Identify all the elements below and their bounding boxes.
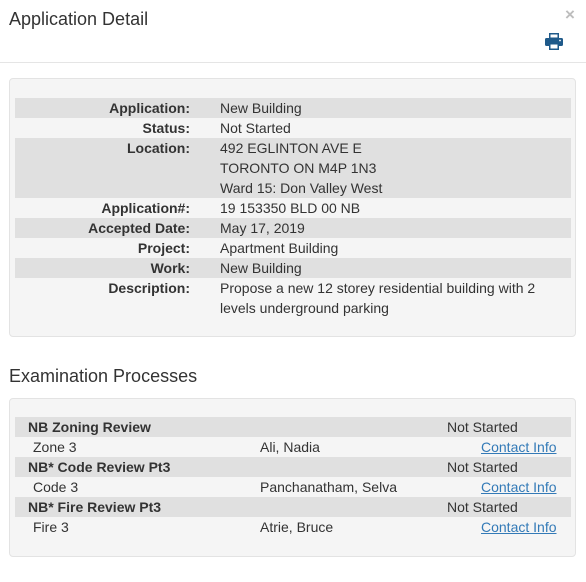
detail-label: Work:	[150, 260, 190, 276]
detail-label: Accepted Date:	[88, 220, 190, 236]
detail-value: 19 153350 BLD 00 NB	[220, 200, 361, 216]
contact-info-link[interactable]: Contact Info	[481, 437, 557, 457]
process-detail-row: Zone 3 Ali, Nadia Contact Info	[15, 437, 571, 457]
process-row: NB* Fire Review Pt3 Not Started	[15, 497, 571, 517]
modal-title: Application Detail	[9, 9, 149, 29]
detail-label: Application:	[109, 100, 190, 116]
process-name: NB* Fire Review Pt3	[28, 499, 162, 515]
detail-label: Application#:	[101, 200, 190, 216]
process-code: Fire 3	[33, 519, 69, 535]
location-line: TORONTO ON M4P 1N3	[220, 160, 377, 176]
location-line: 492 EGLINTON AVE E	[220, 140, 362, 156]
section-title: Examination Processes	[9, 366, 198, 386]
examiner-name: Ali, Nadia	[260, 439, 320, 455]
detail-value: New Building	[220, 260, 302, 276]
location-line: Ward 15: Don Valley West	[220, 180, 383, 196]
process-status: Not Started	[447, 419, 518, 435]
process-row: NB Zoning Review Not Started	[15, 417, 571, 437]
detail-row-application-number: Application#: 19 153350 BLD 00 NB	[15, 198, 571, 218]
process-detail-row: Code 3 Panchanatham, Selva Contact Info	[15, 477, 571, 497]
print-icon[interactable]	[545, 33, 563, 50]
process-row: NB* Code Review Pt3 Not Started	[15, 457, 571, 477]
detail-label: Status:	[142, 120, 190, 136]
detail-value: New Building	[220, 100, 302, 116]
description-line: Propose a new 12 storey residential buil…	[220, 280, 536, 296]
detail-row-description: Description: Propose a new 12 storey res…	[15, 278, 571, 318]
process-status: Not Started	[447, 499, 518, 515]
detail-row-accepted-date: Accepted Date: May 17, 2019	[15, 218, 571, 238]
detail-row-work: Work: New Building	[15, 258, 571, 278]
close-icon[interactable]: ×	[563, 6, 577, 24]
detail-row-application: Application: New Building	[15, 98, 571, 118]
process-code: Zone 3	[33, 439, 77, 455]
examiner-name: Atrie, Bruce	[260, 519, 334, 535]
contact-info-link[interactable]: Contact Info	[481, 477, 557, 497]
contact-info-link[interactable]: Contact Info	[481, 517, 557, 537]
process-detail-row: Fire 3 Atrie, Bruce Contact Info	[15, 517, 571, 537]
header-divider	[0, 62, 586, 63]
detail-row-status: Status: Not Started	[15, 118, 571, 138]
examination-processes-panel: NB Zoning Review Not Started Zone 3 Ali,…	[9, 398, 576, 557]
detail-value: May 17, 2019	[220, 220, 305, 236]
description-line: levels underground parking	[220, 300, 389, 316]
application-details-panel: Application: New Building Status: Not St…	[9, 78, 576, 337]
detail-label: Location:	[127, 140, 190, 156]
process-name: NB Zoning Review	[28, 419, 151, 435]
detail-row-project: Project: Apartment Building	[15, 238, 571, 258]
detail-value: Apartment Building	[220, 240, 339, 256]
examiner-name: Panchanatham, Selva	[260, 479, 397, 495]
detail-value: Propose a new 12 storey residential buil…	[220, 278, 550, 318]
process-name: NB* Code Review Pt3	[28, 459, 171, 475]
detail-value: 492 EGLINTON AVE E TORONTO ON M4P 1N3 Wa…	[220, 138, 550, 198]
detail-label: Project:	[137, 240, 190, 256]
process-code: Code 3	[33, 479, 79, 495]
detail-label: Description:	[108, 280, 190, 296]
detail-row-location: Location: 492 EGLINTON AVE E TORONTO ON …	[15, 138, 571, 198]
process-status: Not Started	[447, 459, 518, 475]
detail-value: Not Started	[220, 120, 291, 136]
